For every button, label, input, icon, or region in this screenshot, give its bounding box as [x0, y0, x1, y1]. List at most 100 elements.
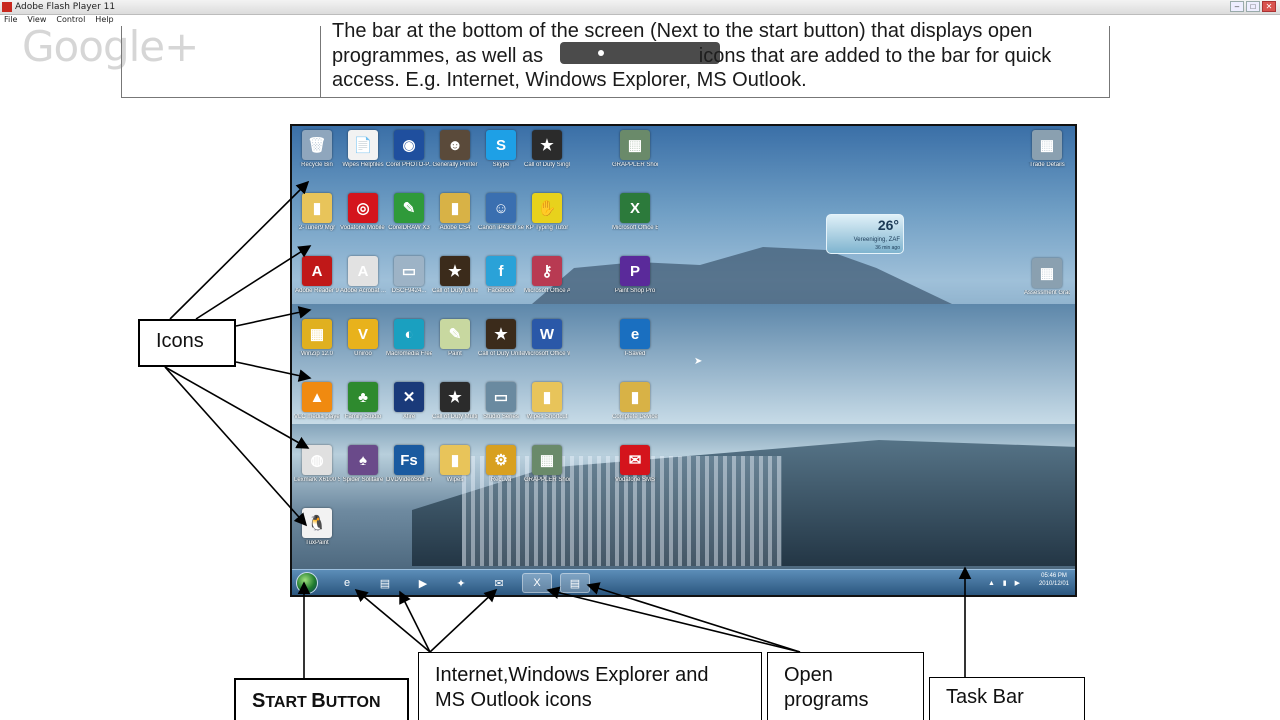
- desktop-icon[interactable]: ♠ Spider Solitaire: [340, 445, 386, 484]
- desktop-icon-image: ◎: [348, 193, 378, 223]
- desktop-icon[interactable]: ✎ Paint: [432, 319, 478, 358]
- desktop-icon[interactable]: A Adobe Reader 9: [294, 256, 340, 295]
- desktop-icon[interactable]: ▮ Wipes Shortcut: [524, 382, 570, 421]
- weather-place: Vereeniging, ZAF: [853, 237, 900, 243]
- desktop-icon[interactable]: S Skype: [478, 130, 524, 169]
- desktop-icon[interactable]: ⚙ Recuva: [478, 445, 524, 484]
- taskbar-windows-explorer-icon[interactable]: ▤: [370, 573, 400, 593]
- desktop-icon[interactable]: ◐ Macromedia FreeHand ...: [386, 319, 432, 358]
- desktop-icon-label: Paint Shop Pro: [614, 288, 656, 294]
- desktop-icon[interactable]: ✕ Xfire: [386, 382, 432, 421]
- desktop-icon-label: TuxPaint: [305, 540, 329, 546]
- desktop-icon[interactable]: ▭ Studio Series: [478, 382, 524, 421]
- desktop-icon-image: ✎: [394, 193, 424, 223]
- desktop-icon-image: ▭: [394, 256, 424, 286]
- desktop-icon[interactable]: f Facebook: [478, 256, 524, 295]
- desktop-icon[interactable]: 📄 Wipes Helpfiles: [340, 130, 386, 169]
- desktop-icon[interactable]: ▮ Wipes: [432, 445, 478, 484]
- desktop-icon-label: Adobe CS4: [439, 225, 471, 231]
- close-button[interactable]: ✕: [1262, 1, 1276, 12]
- doc-line-1: The bar at the bottom of the screen (Nex…: [332, 20, 1033, 42]
- desktop-icon[interactable]: ▮ Complete Devices ...: [612, 382, 658, 421]
- desktop-icon[interactable]: 🐧 TuxPaint: [294, 508, 340, 547]
- desktop-icon[interactable]: A Adobe Acrobat ...: [340, 256, 386, 295]
- desktop-icon[interactable]: ✎ CorelDRAW X3: [386, 193, 432, 232]
- desktop-icon[interactable]: ◉ Corel PHOTO-P...: [386, 130, 432, 169]
- desktop-icon[interactable]: ◍ Lexmark X6100 Seri...: [294, 445, 340, 484]
- desktop-icon[interactable]: ✋ KP Typing Tutor: [524, 193, 570, 232]
- desktop-icon[interactable]: ▦ GRAPPLER Shortcut: [524, 445, 570, 484]
- desktop-icon-label: Skype: [492, 162, 510, 168]
- desktop-icon[interactable]: ✉ Vodafone SMS: [612, 445, 658, 484]
- desktop-icon[interactable]: ◎ Vodafone Mobile ...: [340, 193, 386, 232]
- desktop-icon[interactable]: ▦ GRAPPLER Shortcut: [612, 130, 658, 169]
- desktop-icon[interactable]: ★ Call of Duty Single Player: [524, 130, 570, 169]
- desktop-icon-image: ◐: [394, 319, 424, 349]
- desktop-icon-label: Adobe Acrobat ...: [340, 288, 386, 294]
- desktop-icon-image: 🗑: [302, 130, 332, 160]
- desktop-icon[interactable]: ★ Call of Duty Multiplayer: [432, 382, 478, 421]
- taskbar-msn-icon[interactable]: ✦: [446, 573, 476, 593]
- desktop-icon[interactable]: ★ Call of Duty United Off...: [478, 319, 524, 358]
- desktop-icon-label: Paint: [448, 351, 462, 357]
- video-scrub-tooltip[interactable]: [560, 42, 720, 64]
- desktop-icon[interactable]: ▲ VLC media player: [294, 382, 340, 421]
- desktop-icon-label: 2-Tuner9 Mgr: [298, 225, 336, 231]
- desktop-icon[interactable]: ▦ WinZip 12.0: [294, 319, 340, 358]
- minimize-button[interactable]: –: [1230, 1, 1244, 12]
- start-button-icon[interactable]: [296, 572, 318, 594]
- desktop-icon-image: ✕: [394, 382, 424, 412]
- desktop-icon[interactable]: ▦ Trade Details: [1024, 130, 1070, 169]
- taskbar-internet-explorer-icon[interactable]: e: [332, 573, 362, 593]
- desktop-icon-label: Microsoft Office Word 2007: [524, 351, 570, 357]
- desktop-icon[interactable]: ▭ DSCF9424...: [386, 256, 432, 295]
- desktop-icon-label: Recycle Bin: [301, 162, 333, 168]
- scrub-handle[interactable]: [598, 50, 604, 56]
- desktop-icon[interactable]: e I-Saved: [612, 319, 658, 358]
- menu-file[interactable]: File: [4, 15, 17, 27]
- desktop-icon[interactable]: W Microsoft Office Word 2007: [524, 319, 570, 358]
- taskbar-outlook-icon[interactable]: ✉: [484, 573, 514, 593]
- desktop-icon-image: ♠: [348, 445, 378, 475]
- desktop-icon[interactable]: ★ Call of Duty United Off...: [432, 256, 478, 295]
- taskbar-excel-icon[interactable]: X: [522, 573, 552, 593]
- desktop-icon-label: Lexmark X6100 Seri...: [294, 477, 340, 483]
- system-tray-icons[interactable]: ▲ ▮ ▶: [988, 579, 1023, 587]
- desktop-icon-image: ▮: [532, 382, 562, 412]
- desktop-icon[interactable]: P Paint Shop Pro: [612, 256, 658, 295]
- desktop-icon-image: ◍: [302, 445, 332, 475]
- doc-line-3: access. E.g. Internet, Windows Explorer,…: [332, 69, 807, 91]
- mouse-cursor-icon: ➤: [694, 356, 703, 367]
- desktop-icon[interactable]: V Uniroo: [340, 319, 386, 358]
- desktop-icon[interactable]: ♣ Family Studio: [340, 382, 386, 421]
- desktop-icon[interactable]: ☻ Generally Printer: [432, 130, 478, 169]
- taskbar-media-player-icon[interactable]: ▶: [408, 573, 438, 593]
- desktop-icon-label: KP Typing Tutor: [525, 225, 569, 231]
- desktop-icon-label: Canon iP4300 sett...: [478, 225, 524, 231]
- desktop-icon-label: Call of Duty Multiplayer: [432, 414, 478, 420]
- desktop-icon-label: GRAPPLER Shortcut: [612, 162, 658, 168]
- taskbar-clock[interactable]: 05:46 PM 2010/12/01: [1039, 572, 1069, 588]
- maximize-button[interactable]: □: [1246, 1, 1260, 12]
- desktop-icon-label: Uniroo: [354, 351, 372, 357]
- desktop-icon-label: CorelDRAW X3: [388, 225, 430, 231]
- desktop-icon-image: ▦: [302, 319, 332, 349]
- desktop-icon-label: VLC media player: [294, 414, 340, 420]
- weather-gadget[interactable]: 26° Vereeniging, ZAF 36 min ago: [826, 214, 904, 254]
- desktop-icon[interactable]: Fs DVDVideoSoft Free Studio: [386, 445, 432, 484]
- desktop-icon[interactable]: ☺ Canon iP4300 sett...: [478, 193, 524, 232]
- open-programs-line-2: programs: [784, 689, 869, 711]
- desktop-icon[interactable]: ⚷ Microsoft Office Acce...: [524, 256, 570, 295]
- open-programs-callout: Open programs: [767, 652, 924, 720]
- desktop-icon-image: ☻: [440, 130, 470, 160]
- taskbar-document-icon[interactable]: ▤: [560, 573, 590, 593]
- desktop-icon-label: Recuva: [490, 477, 512, 483]
- desktop-icon[interactable]: X Microsoft Office Ex...: [612, 193, 658, 232]
- desktop-icon[interactable]: ▮ 2-Tuner9 Mgr: [294, 193, 340, 232]
- weather-updated: 36 min ago: [875, 245, 900, 251]
- desktop-icon[interactable]: 🗑 Recycle Bin: [294, 130, 340, 169]
- desktop-icon-image: ♣: [348, 382, 378, 412]
- desktop-icon-image: ▦: [1032, 130, 1062, 160]
- desktop-icon[interactable]: ▦ Assessment Grade 10-1...: [1024, 258, 1070, 297]
- desktop-icon[interactable]: ▮ Adobe CS4: [432, 193, 478, 232]
